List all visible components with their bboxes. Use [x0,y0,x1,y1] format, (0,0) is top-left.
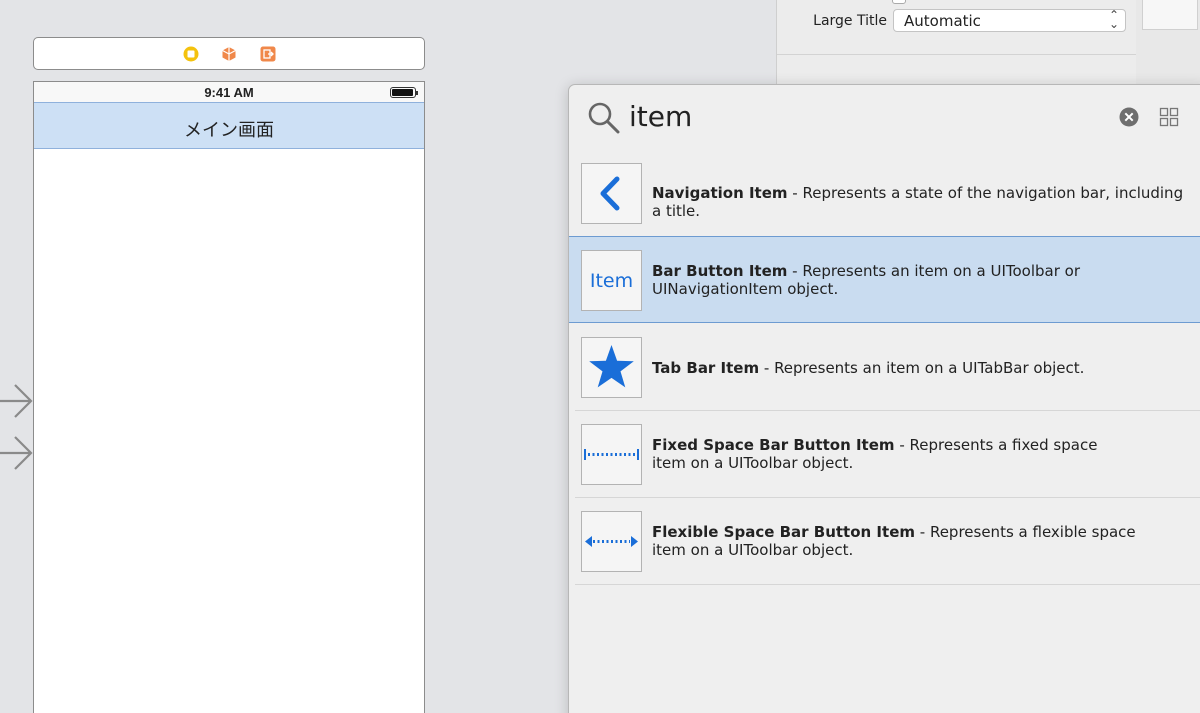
large-title-row: Large Title Automatic ⌃ ⌄ [777,6,1137,36]
library-item-fixed-space-bar-button-item[interactable]: Fixed Space Bar Button Item - Represents… [569,411,1200,498]
flexible-space-icon [585,536,638,547]
chevron-left-icon [600,176,620,211]
view-controller-icon[interactable] [183,46,199,62]
updown-arrows-icon: ⌃ ⌄ [1108,8,1119,31]
entry-arrow-icon[interactable] [0,384,34,418]
clear-search-icon[interactable] [1119,107,1139,127]
item-name: Navigation Item [652,184,788,202]
divider [575,584,1200,585]
exit-icon[interactable] [260,46,276,62]
large-title-label: Large Title [813,13,887,29]
library-search: item [569,85,1200,153]
library-item-navigation-item[interactable]: Navigation Item - Represents a state of … [569,150,1200,237]
entry-arrow-icon[interactable] [0,436,34,470]
search-input[interactable]: item [629,100,692,133]
library-item-tab-bar-item[interactable]: Tab Bar Item - Represents an item on a U… [569,324,1200,411]
item-name: Flexible Space Bar Button Item [652,523,915,541]
object-library-popover: item Navigation Item - Represents a stat… [568,84,1200,713]
item-thumbnail [581,424,642,485]
view-controller-scene[interactable]: 9:41 AM メイン画面 [33,81,425,713]
library-item-flexible-space-bar-button-item[interactable]: Flexible Space Bar Button Item - Represe… [569,498,1200,585]
item-name: Fixed Space Bar Button Item [652,436,895,454]
item-thumbnail [581,337,642,398]
item-description: Flexible Space Bar Button Item - Represe… [652,523,1136,559]
navigation-bar[interactable]: メイン画面 [34,102,424,149]
large-title-select[interactable]: Automatic ⌃ ⌄ [893,9,1126,32]
battery-icon [390,87,418,98]
scene-dock [33,37,425,70]
first-responder-icon[interactable] [221,46,237,62]
nav-title: メイン画面 [184,120,274,141]
item-detail: Represents an item on a UITabBar object. [774,359,1085,377]
item-description: Fixed Space Bar Button Item - Represents… [652,436,1098,472]
large-title-value: Automatic [904,12,981,30]
status-time: 9:41 AM [204,85,254,100]
star-icon [589,345,634,388]
grid-view-icon[interactable] [1159,107,1179,127]
panel-box [1142,0,1198,30]
divider [777,54,1137,55]
item-thumbnail [581,511,642,572]
library-item-bar-button-item[interactable]: Item Bar Button Item - Represents an ite… [569,236,1200,323]
search-icon [588,102,620,134]
item-description: Tab Bar Item - Represents an item on a U… [652,359,1085,377]
item-name: Bar Button Item [652,262,788,280]
item-thumbnail [581,163,642,224]
item-name: Tab Bar Item [652,359,760,377]
fixed-space-icon [584,449,639,460]
item-thumbnail: Item [581,250,642,311]
item-description: Bar Button Item - Represents an item on … [652,262,1080,298]
item-description: Navigation Item - Represents a state of … [652,184,1184,220]
item-text-icon: Item [589,270,634,292]
checkbox[interactable] [892,0,906,4]
status-bar: 9:41 AM [34,82,424,102]
